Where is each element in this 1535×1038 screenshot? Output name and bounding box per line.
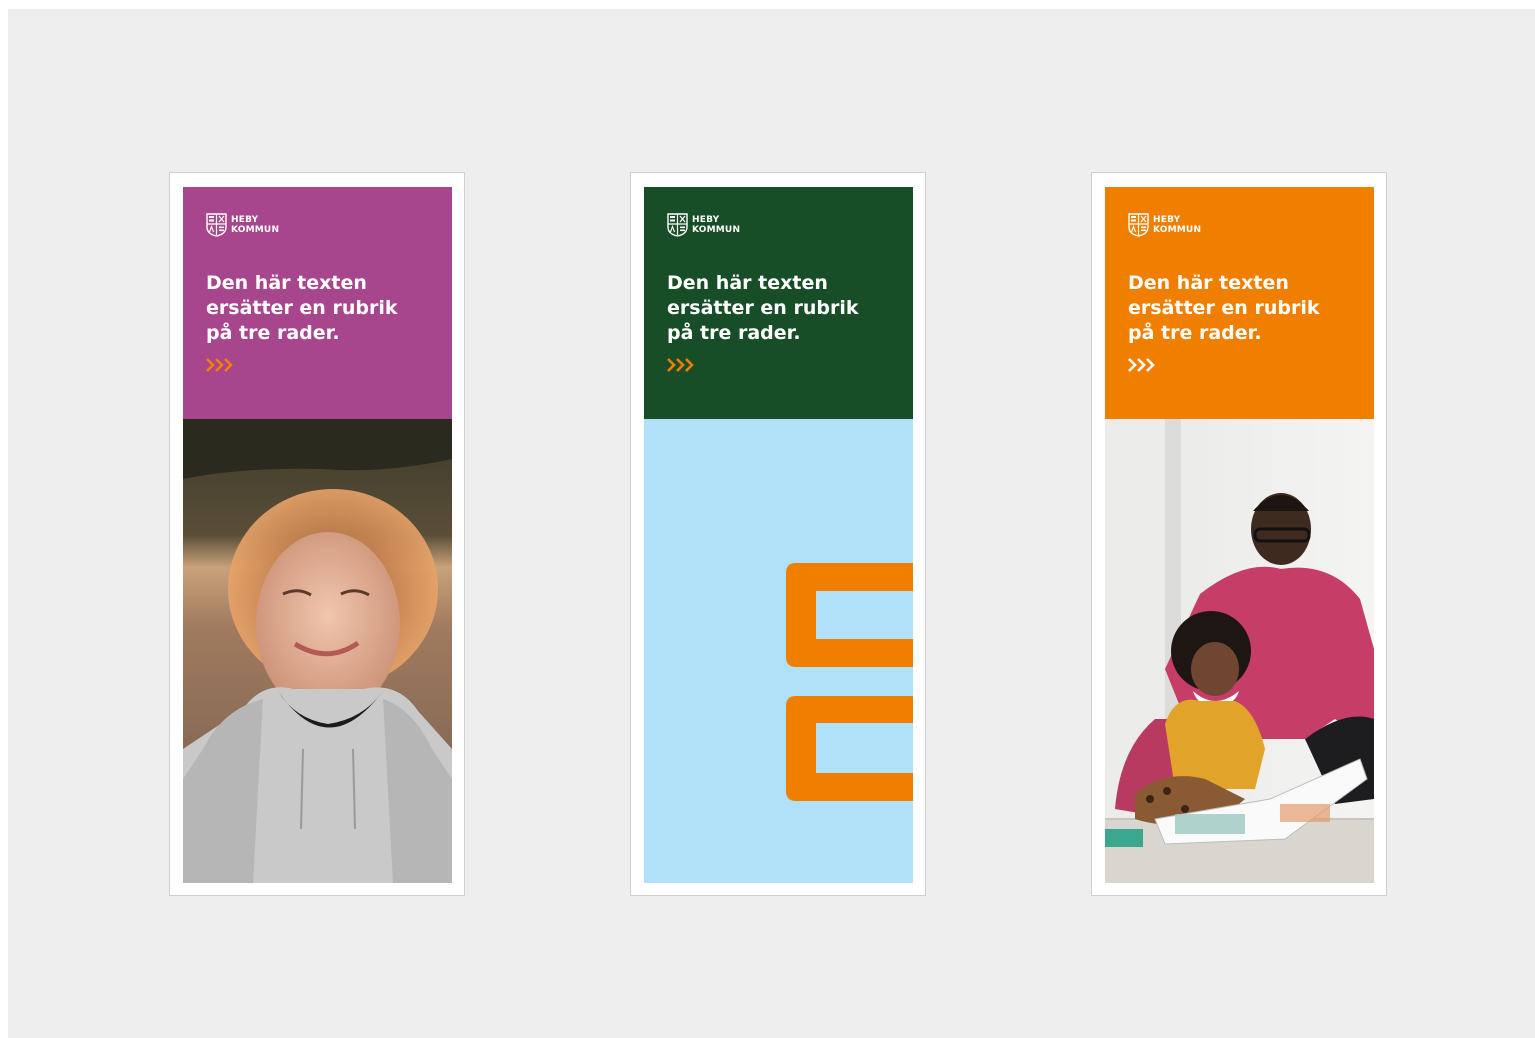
banner-headline: Den här texten ersätter en rubrik på tre… xyxy=(206,271,406,346)
banner-header-panel: HEBY KOMMUN Den här texten ersätter en r… xyxy=(1105,187,1374,419)
banner-header-panel: HEBY KOMMUN Den här texten ersätter en r… xyxy=(644,187,913,419)
headline-line-1: Den här texten xyxy=(206,272,367,294)
headline-line-2: ersätter en rubrik xyxy=(1128,297,1320,319)
headline-line-3: på tre rader. xyxy=(667,322,801,344)
headline-line-1: Den här texten xyxy=(667,272,828,294)
logo-line-1: HEBY xyxy=(231,215,259,225)
logo-line-1: HEBY xyxy=(692,215,720,225)
banner-card-1: HEBY KOMMUN Den här texten ersätter en r… xyxy=(169,172,465,896)
headline-line-3: på tre rader. xyxy=(1128,322,1262,344)
headline-line-2: ersätter en rubrik xyxy=(667,297,859,319)
banner-card-3: HEBY KOMMUN Den här texten ersätter en r… xyxy=(1091,172,1387,896)
logo-line-2: KOMMUN xyxy=(231,225,280,235)
portrait-photo-icon xyxy=(183,419,452,883)
heby-kommun-logo: HEBY KOMMUN xyxy=(667,213,740,237)
triple-chevron-icon[interactable] xyxy=(1128,357,1158,373)
coat-of-arms-icon xyxy=(1128,213,1149,237)
headline-line-2: ersätter en rubrik xyxy=(206,297,398,319)
brand-pattern-icon xyxy=(644,419,913,883)
triple-chevron-icon[interactable] xyxy=(667,357,697,373)
logo-line-2: KOMMUN xyxy=(1153,225,1202,235)
heby-kommun-logo: HEBY KOMMUN xyxy=(206,213,279,237)
coat-of-arms-icon xyxy=(206,213,227,237)
headline-line-1: Den här texten xyxy=(1128,272,1289,294)
logo-line-1: HEBY xyxy=(1153,215,1181,225)
banner-headline: Den här texten ersätter en rubrik på tre… xyxy=(1128,271,1328,346)
banner-headline: Den här texten ersätter en rubrik på tre… xyxy=(667,271,867,346)
banner-header-panel: HEBY KOMMUN Den här texten ersätter en r… xyxy=(183,187,452,419)
banner-card-2: HEBY KOMMUN Den här texten ersätter en r… xyxy=(630,172,926,896)
logo-line-2: KOMMUN xyxy=(692,225,741,235)
triple-chevron-icon[interactable] xyxy=(206,357,236,373)
reading-photo-icon xyxy=(1105,419,1374,883)
coat-of-arms-icon xyxy=(667,213,688,237)
heby-kommun-logo: HEBY KOMMUN xyxy=(1128,213,1201,237)
headline-line-3: på tre rader. xyxy=(206,322,340,344)
artboard: HEBY KOMMUN Den här texten ersätter en r… xyxy=(8,9,1535,1038)
